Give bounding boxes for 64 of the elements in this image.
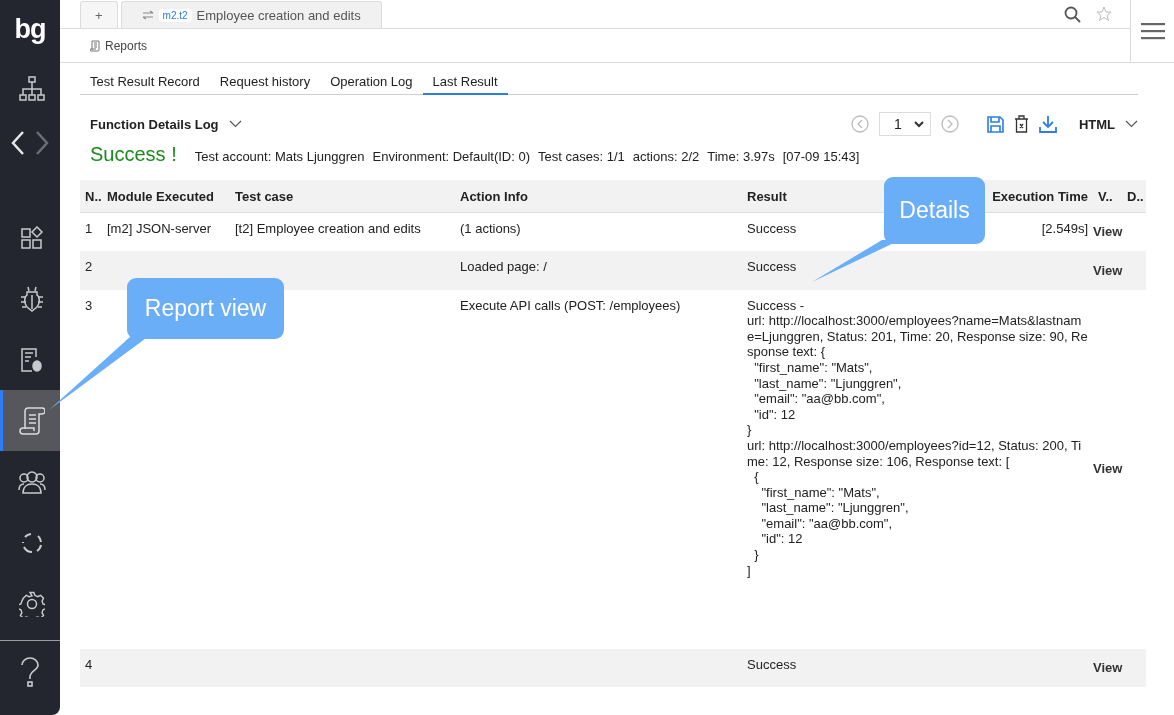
logo: bg	[13, 12, 47, 46]
tab[interactable]: +	[80, 1, 118, 28]
subtab[interactable]: Last Result	[422, 71, 508, 95]
breadcrumb: Reports	[60, 29, 1130, 62]
page-select[interactable]: 1	[879, 112, 931, 136]
table-cell: (1 actions)	[460, 221, 521, 236]
summary-text: actions: 2/2	[632, 149, 700, 164]
column-header[interactable]: D..	[1122, 180, 1146, 213]
result-text: Success	[747, 656, 798, 673]
scroll-icon	[18, 406, 45, 435]
subtab[interactable]: Request history	[209, 71, 321, 95]
chevron-down-icon	[228, 120, 242, 128]
hierarchy-icon	[18, 75, 45, 102]
view-link[interactable]: View	[1093, 224, 1123, 240]
column-header[interactable]: Module Executed	[102, 180, 230, 213]
subtab[interactable]: Test Result Record	[80, 71, 210, 95]
download-icon[interactable]	[1038, 115, 1057, 133]
summary-text: Test cases: 1/1	[538, 149, 625, 164]
view-link[interactable]: View	[1093, 461, 1123, 477]
star-icon[interactable]	[1096, 6, 1112, 22]
search-icon[interactable]	[1064, 5, 1081, 23]
settings-icon	[18, 590, 45, 617]
summary-text: Time: 3.97s	[707, 149, 775, 164]
log-type-dropdown[interactable]: Function Details Log	[80, 116, 242, 132]
cycle-icon	[19, 530, 44, 555]
save-icon[interactable]	[986, 115, 1004, 133]
summary-text: Environment: Default(ID: 0)	[372, 149, 531, 164]
chevron-down-icon	[913, 120, 924, 128]
tab[interactable]: m2.t2 Employee creation and edits	[120, 1, 382, 28]
column-header[interactable]: Action Info	[455, 180, 742, 213]
nav-item[interactable]	[0, 390, 60, 451]
tab-badge: m2.t2	[158, 8, 192, 22]
table-cell: Execute API calls (POST: /employees)	[460, 297, 681, 313]
callout-tooltip: Report view	[127, 278, 284, 339]
table-cell: 2	[85, 259, 93, 275]
table-cell: [t2] Employee creation and edits	[235, 221, 421, 236]
format-dropdown[interactable]: HTML	[1078, 116, 1138, 132]
result-text: Success - url: http://localhost:3000/employees?name=Mats&lastname=Ljunggren, Status: 201, Time: 20, Response size: 90, Response text: { "first_name": "Mats", "last_name": "Ljunggren", "email": "aa@bb.com", "id": 12 } url: http://localhost:3000/employees?id=12, Status: 200, Time: 12, Response size: 106, Response text: [ { "first_name": "Mats", "last_name": "Ljunggren", "email": "aa@bb.com", "id": 12 } ]	[747, 297, 1088, 579]
table-cell: Loaded page: /	[460, 259, 547, 275]
summary-text: [07-09 15:43]	[782, 149, 860, 164]
column-header[interactable]: V..	[1093, 180, 1122, 213]
table-cell: [2.549s]	[1041, 221, 1088, 236]
result-text: Success	[747, 259, 798, 275]
apps-icon	[19, 225, 44, 250]
chevron-down-icon	[1125, 120, 1138, 128]
callout-tooltip: Details	[884, 177, 985, 244]
subtab[interactable]: Operation Log	[320, 71, 423, 95]
table-cell: 3	[85, 297, 93, 313]
report-bug-icon	[19, 346, 44, 373]
bug-icon	[19, 285, 44, 312]
scroll-icon	[90, 39, 100, 52]
table-cell: [m2] JSON-server	[107, 221, 211, 236]
table-cell: 1	[85, 221, 93, 236]
help-icon[interactable]	[20, 657, 40, 687]
column-header[interactable]: N..	[80, 180, 102, 213]
result-text: Success	[747, 221, 798, 237]
status-text: Success !	[90, 143, 177, 166]
swap-icon	[141, 10, 154, 20]
menu-icon[interactable]	[1140, 22, 1165, 40]
summary-text: Test account: Mats Ljunggren	[194, 149, 365, 164]
column-header[interactable]: Test case	[230, 180, 455, 213]
table-cell: 4	[85, 656, 93, 672]
delete-icon[interactable]	[1013, 115, 1029, 133]
users-icon	[17, 469, 46, 494]
